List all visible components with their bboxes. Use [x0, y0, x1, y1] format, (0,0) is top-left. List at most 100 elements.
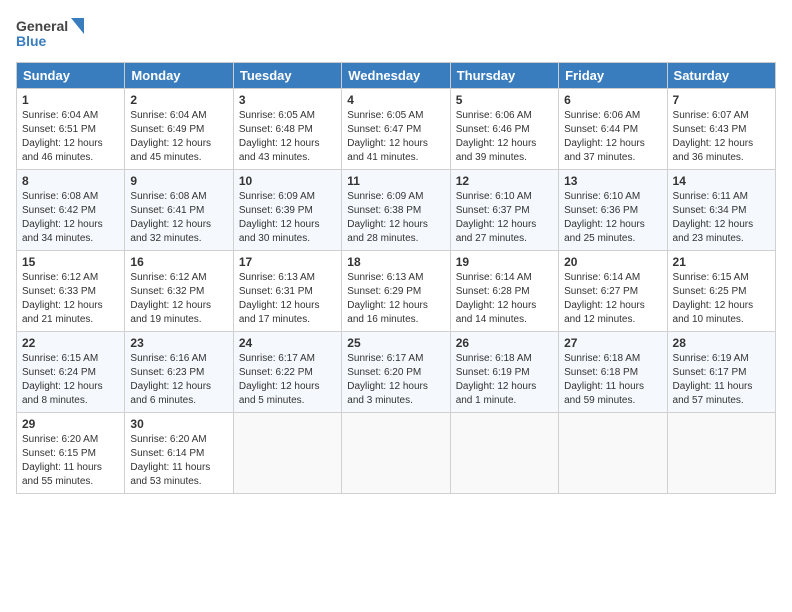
calendar-cell: 1 Sunrise: 6:04 AM Sunset: 6:51 PM Daylig…: [17, 89, 125, 170]
day-number: 16: [130, 255, 227, 269]
day-number: 25: [347, 336, 444, 350]
calendar-cell: 9 Sunrise: 6:08 AM Sunset: 6:41 PM Daylig…: [125, 170, 233, 251]
day-number: 7: [673, 93, 770, 107]
day-number: 24: [239, 336, 336, 350]
day-number: 23: [130, 336, 227, 350]
day-number: 30: [130, 417, 227, 431]
day-number: 29: [22, 417, 119, 431]
day-number: 22: [22, 336, 119, 350]
day-number: 2: [130, 93, 227, 107]
calendar-cell: 21 Sunrise: 6:15 AM Sunset: 6:25 PM Dayli…: [667, 251, 775, 332]
day-info: Sunrise: 6:12 AM Sunset: 6:32 PM Dayligh…: [130, 271, 227, 327]
day-info: Sunrise: 6:17 AM Sunset: 6:22 PM Dayligh…: [239, 352, 336, 408]
day-of-week-header: Wednesday: [342, 63, 450, 89]
day-info: Sunrise: 6:17 AM Sunset: 6:20 PM Dayligh…: [347, 352, 444, 408]
day-info: Sunrise: 6:07 AM Sunset: 6:43 PM Dayligh…: [673, 109, 770, 165]
day-number: 18: [347, 255, 444, 269]
day-number: 26: [456, 336, 553, 350]
day-number: 5: [456, 93, 553, 107]
day-number: 10: [239, 174, 336, 188]
calendar-cell: 17 Sunrise: 6:13 AM Sunset: 6:31 PM Dayli…: [233, 251, 341, 332]
calendar-cell: 10 Sunrise: 6:09 AM Sunset: 6:39 PM Dayli…: [233, 170, 341, 251]
day-of-week-header: Saturday: [667, 63, 775, 89]
day-info: Sunrise: 6:09 AM Sunset: 6:38 PM Dayligh…: [347, 190, 444, 246]
calendar-cell: 8 Sunrise: 6:08 AM Sunset: 6:42 PM Daylig…: [17, 170, 125, 251]
day-number: 20: [564, 255, 661, 269]
day-number: 28: [673, 336, 770, 350]
day-number: 11: [347, 174, 444, 188]
day-info: Sunrise: 6:14 AM Sunset: 6:27 PM Dayligh…: [564, 271, 661, 327]
calendar-cell: 13 Sunrise: 6:10 AM Sunset: 6:36 PM Dayli…: [559, 170, 667, 251]
day-number: 15: [22, 255, 119, 269]
calendar-cell: [233, 413, 341, 494]
day-info: Sunrise: 6:20 AM Sunset: 6:14 PM Dayligh…: [130, 433, 227, 489]
calendar-cell: 28 Sunrise: 6:19 AM Sunset: 6:17 PM Dayli…: [667, 332, 775, 413]
calendar-cell: 16 Sunrise: 6:12 AM Sunset: 6:32 PM Dayli…: [125, 251, 233, 332]
calendar-cell: 26 Sunrise: 6:18 AM Sunset: 6:19 PM Dayli…: [450, 332, 558, 413]
day-of-week-header: Monday: [125, 63, 233, 89]
calendar-cell: [667, 413, 775, 494]
logo: GeneralBlue: [16, 16, 86, 52]
day-number: 6: [564, 93, 661, 107]
calendar-cell: 12 Sunrise: 6:10 AM Sunset: 6:37 PM Dayli…: [450, 170, 558, 251]
calendar-cell: 25 Sunrise: 6:17 AM Sunset: 6:20 PM Dayli…: [342, 332, 450, 413]
day-info: Sunrise: 6:15 AM Sunset: 6:25 PM Dayligh…: [673, 271, 770, 327]
day-info: Sunrise: 6:18 AM Sunset: 6:18 PM Dayligh…: [564, 352, 661, 408]
calendar: SundayMondayTuesdayWednesdayThursdayFrid…: [16, 62, 776, 494]
day-info: Sunrise: 6:08 AM Sunset: 6:41 PM Dayligh…: [130, 190, 227, 246]
day-info: Sunrise: 6:13 AM Sunset: 6:29 PM Dayligh…: [347, 271, 444, 327]
calendar-cell: 20 Sunrise: 6:14 AM Sunset: 6:27 PM Dayli…: [559, 251, 667, 332]
day-info: Sunrise: 6:13 AM Sunset: 6:31 PM Dayligh…: [239, 271, 336, 327]
calendar-cell: 11 Sunrise: 6:09 AM Sunset: 6:38 PM Dayli…: [342, 170, 450, 251]
calendar-cell: 24 Sunrise: 6:17 AM Sunset: 6:22 PM Dayli…: [233, 332, 341, 413]
day-of-week-header: Friday: [559, 63, 667, 89]
day-info: Sunrise: 6:09 AM Sunset: 6:39 PM Dayligh…: [239, 190, 336, 246]
day-info: Sunrise: 6:18 AM Sunset: 6:19 PM Dayligh…: [456, 352, 553, 408]
day-info: Sunrise: 6:08 AM Sunset: 6:42 PM Dayligh…: [22, 190, 119, 246]
day-number: 12: [456, 174, 553, 188]
day-info: Sunrise: 6:04 AM Sunset: 6:51 PM Dayligh…: [22, 109, 119, 165]
calendar-cell: 3Sunrise: 6:05 AM Sunset: 6:48 PM Daylig…: [233, 89, 341, 170]
calendar-cell: 29 Sunrise: 6:20 AM Sunset: 6:15 PM Dayli…: [17, 413, 125, 494]
day-number: 4: [347, 93, 444, 107]
calendar-cell: 30 Sunrise: 6:20 AM Sunset: 6:14 PM Dayli…: [125, 413, 233, 494]
day-info: Sunrise: 6:15 AM Sunset: 6:24 PM Dayligh…: [22, 352, 119, 408]
day-number: 9: [130, 174, 227, 188]
svg-text:General: General: [16, 18, 68, 34]
day-info: Sunrise: 6:05 AM Sunset: 6:47 PM Dayligh…: [347, 109, 444, 165]
day-number: 8: [22, 174, 119, 188]
day-of-week-header: Sunday: [17, 63, 125, 89]
day-of-week-header: Tuesday: [233, 63, 341, 89]
calendar-cell: 14 Sunrise: 6:11 AM Sunset: 6:34 PM Dayli…: [667, 170, 775, 251]
calendar-cell: 15 Sunrise: 6:12 AM Sunset: 6:33 PM Dayli…: [17, 251, 125, 332]
calendar-cell: [342, 413, 450, 494]
day-number: 13: [564, 174, 661, 188]
day-info: Sunrise: 6:20 AM Sunset: 6:15 PM Dayligh…: [22, 433, 119, 489]
day-info: Sunrise: 6:14 AM Sunset: 6:28 PM Dayligh…: [456, 271, 553, 327]
svg-text:Blue: Blue: [16, 33, 47, 49]
calendar-cell: 2 Sunrise: 6:04 AM Sunset: 6:49 PM Daylig…: [125, 89, 233, 170]
calendar-cell: 27 Sunrise: 6:18 AM Sunset: 6:18 PM Dayli…: [559, 332, 667, 413]
day-number: 27: [564, 336, 661, 350]
day-number: 19: [456, 255, 553, 269]
day-info: Sunrise: 6:06 AM Sunset: 6:44 PM Dayligh…: [564, 109, 661, 165]
day-info: Sunrise: 6:16 AM Sunset: 6:23 PM Dayligh…: [130, 352, 227, 408]
day-info: Sunrise: 6:10 AM Sunset: 6:36 PM Dayligh…: [564, 190, 661, 246]
day-info: Sunrise: 6:19 AM Sunset: 6:17 PM Dayligh…: [673, 352, 770, 408]
day-number: 1: [22, 93, 119, 107]
day-number: 21: [673, 255, 770, 269]
day-number: 14: [673, 174, 770, 188]
day-info: Sunrise: 6:05 AM Sunset: 6:48 PM Dayligh…: [239, 109, 336, 165]
calendar-cell: 4 Sunrise: 6:05 AM Sunset: 6:47 PM Daylig…: [342, 89, 450, 170]
day-info: Sunrise: 6:11 AM Sunset: 6:34 PM Dayligh…: [673, 190, 770, 246]
day-number: 17: [239, 255, 336, 269]
calendar-cell: 22 Sunrise: 6:15 AM Sunset: 6:24 PM Dayli…: [17, 332, 125, 413]
calendar-cell: [450, 413, 558, 494]
day-info: Sunrise: 6:10 AM Sunset: 6:37 PM Dayligh…: [456, 190, 553, 246]
calendar-cell: 6 Sunrise: 6:06 AM Sunset: 6:44 PM Daylig…: [559, 89, 667, 170]
calendar-cell: 19 Sunrise: 6:14 AM Sunset: 6:28 PM Dayli…: [450, 251, 558, 332]
day-info: Sunrise: 6:04 AM Sunset: 6:49 PM Dayligh…: [130, 109, 227, 165]
calendar-cell: [559, 413, 667, 494]
calendar-cell: 5Sunrise: 6:06 AM Sunset: 6:46 PM Daylig…: [450, 89, 558, 170]
day-info: Sunrise: 6:12 AM Sunset: 6:33 PM Dayligh…: [22, 271, 119, 327]
